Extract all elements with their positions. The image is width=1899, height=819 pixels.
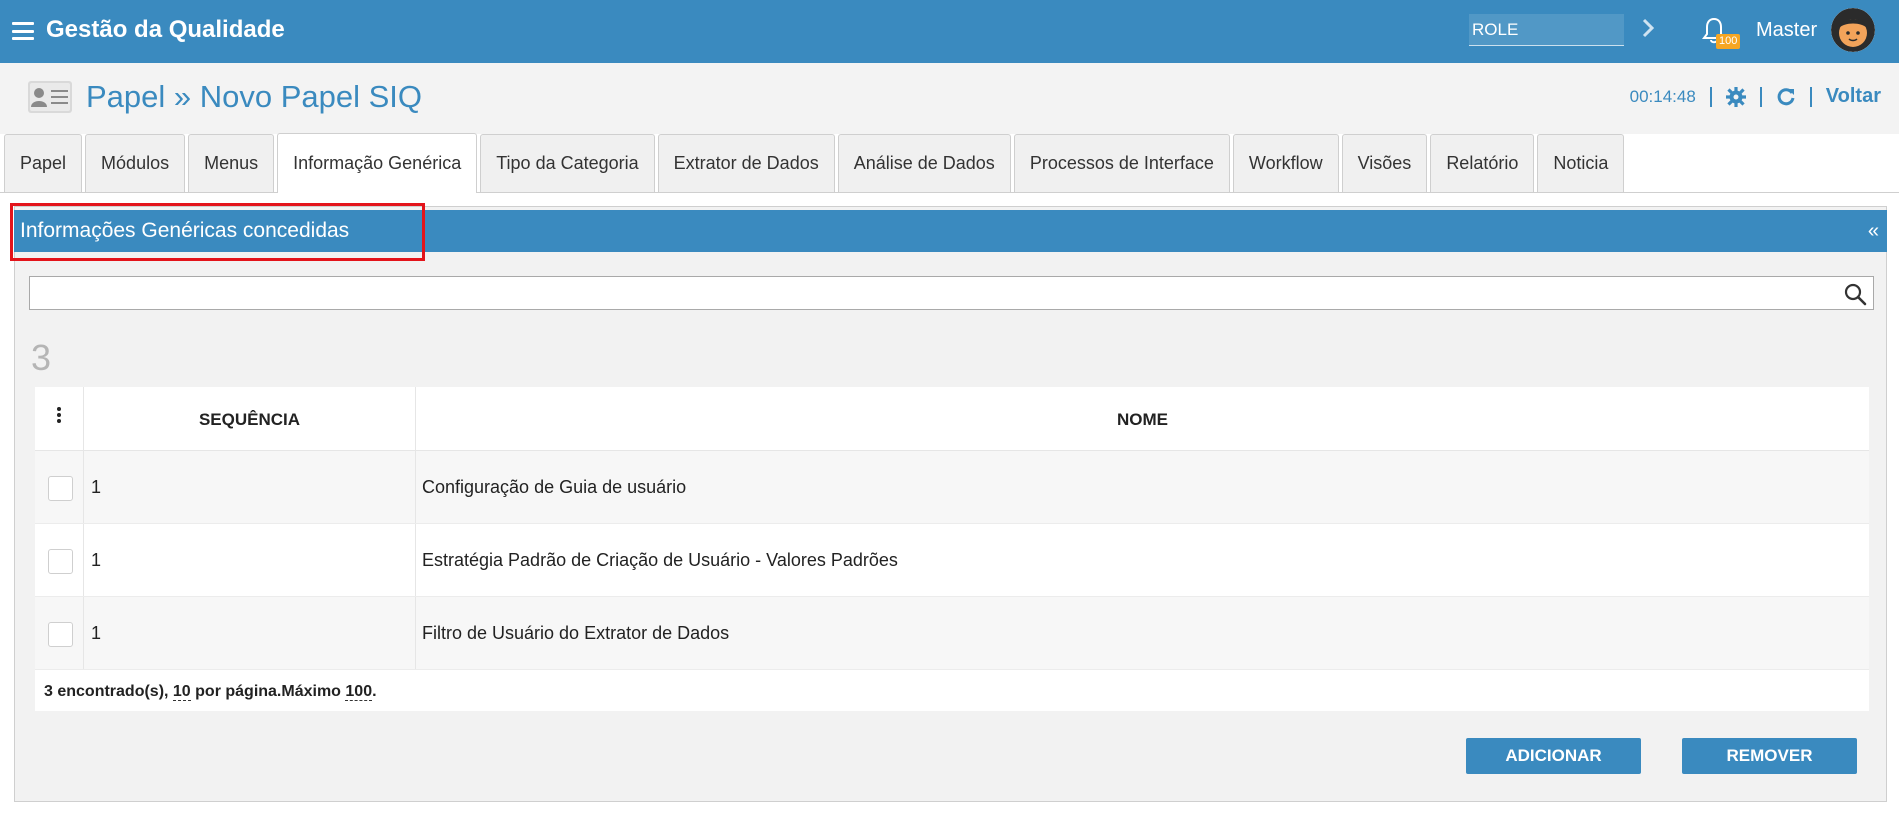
menu-icon[interactable]	[12, 22, 34, 40]
name-cell: Estratégia Padrão de Criação de Usuário …	[422, 550, 898, 570]
avatar[interactable]	[1831, 8, 1875, 52]
select-column-header	[35, 387, 84, 450]
back-link[interactable]: Voltar	[1826, 85, 1881, 108]
column-header-name[interactable]: NOME	[416, 387, 1869, 450]
row-checkbox[interactable]	[48, 622, 73, 647]
table-row[interactable]: 1 Estratégia Padrão de Criação de Usuári…	[35, 524, 1869, 597]
page-header: Papel » Novo Papel SIQ 00:14:48 Voltar	[0, 63, 1899, 134]
divider	[1809, 86, 1812, 107]
pagination-info: 3 encontrado(s), 10 por página.Máximo 10…	[44, 683, 377, 701]
tab-papel[interactable]: Papel	[4, 134, 83, 192]
sequence-cell: 1	[91, 477, 102, 497]
user-name[interactable]: Master	[1756, 19, 1817, 42]
column-header-sequence[interactable]: SEQUÊNCIA	[84, 387, 416, 450]
tab-informacao-generica[interactable]: Informação Genérica	[277, 133, 478, 193]
tab-processos-de-interface[interactable]: Processos de Interface	[1013, 134, 1230, 192]
tab-noticia[interactable]: Noticia	[1537, 134, 1625, 192]
max-results-selector[interactable]: 100	[345, 683, 373, 701]
tab-extrator-de-dados[interactable]: Extrator de Dados	[657, 134, 835, 192]
tab-modulos[interactable]: Módulos	[85, 134, 186, 192]
tab-relatorio[interactable]: Relatório	[1430, 134, 1535, 192]
app-title: Gestão da Qualidade	[46, 16, 285, 43]
sequence-cell: 1	[91, 623, 102, 643]
gear-icon[interactable]	[1725, 86, 1746, 107]
search-icon[interactable]	[1843, 282, 1867, 306]
header-actions: 00:14:48 Voltar	[1630, 85, 1881, 108]
tab-visoes[interactable]: Visões	[1341, 134, 1428, 192]
name-cell: Filtro de Usuário do Extrator de Dados	[422, 623, 730, 643]
per-page-selector[interactable]: 10	[172, 683, 191, 701]
result-count: 3	[31, 337, 52, 378]
page-title: Papel » Novo Papel SIQ	[86, 79, 423, 114]
tab-analise-de-dados[interactable]: Análise de Dados	[837, 134, 1011, 192]
column-options-icon[interactable]	[57, 407, 61, 423]
row-checkbox[interactable]	[48, 476, 73, 501]
refresh-icon[interactable]	[1776, 87, 1796, 107]
id-card-icon	[28, 81, 72, 113]
table-row[interactable]: 1 Configuração de Guia de usuário	[35, 451, 1869, 524]
search-bar[interactable]	[29, 276, 1874, 310]
top-bar: Gestão da Qualidade 100 Master	[0, 0, 1899, 63]
remove-button[interactable]: REMOVER	[1682, 738, 1857, 774]
add-button[interactable]: ADICIONAR	[1466, 738, 1641, 774]
tab-tipo-da-categoria[interactable]: Tipo da Categoria	[480, 134, 655, 192]
role-input[interactable]	[1469, 14, 1624, 46]
chevron-right-icon[interactable]	[1640, 16, 1656, 40]
name-cell: Configuração de Guia de usuário	[422, 477, 687, 497]
table-header: SEQUÊNCIA NOME	[35, 387, 1869, 451]
table-row[interactable]: 1 Filtro de Usuário do Extrator de Dados	[35, 597, 1869, 670]
notification-badge: 100	[1716, 34, 1741, 49]
table-footer: 3 encontrado(s), 10 por página.Máximo 10…	[35, 670, 1869, 711]
session-timer: 00:14:48	[1629, 86, 1696, 106]
divider	[1709, 86, 1712, 107]
divider	[1759, 86, 1762, 107]
row-checkbox[interactable]	[48, 549, 73, 574]
highlight-box	[10, 203, 425, 261]
tab-bar: Papel Módulos Menus Informação Genérica …	[4, 133, 1627, 193]
tab-menus[interactable]: Menus	[188, 134, 275, 192]
tab-workflow[interactable]: Workflow	[1232, 134, 1339, 192]
collapse-icon[interactable]: «	[1868, 220, 1879, 243]
data-table: SEQUÊNCIA NOME 1 Configuração de Guia de…	[35, 387, 1869, 711]
sequence-cell: 1	[91, 550, 102, 570]
